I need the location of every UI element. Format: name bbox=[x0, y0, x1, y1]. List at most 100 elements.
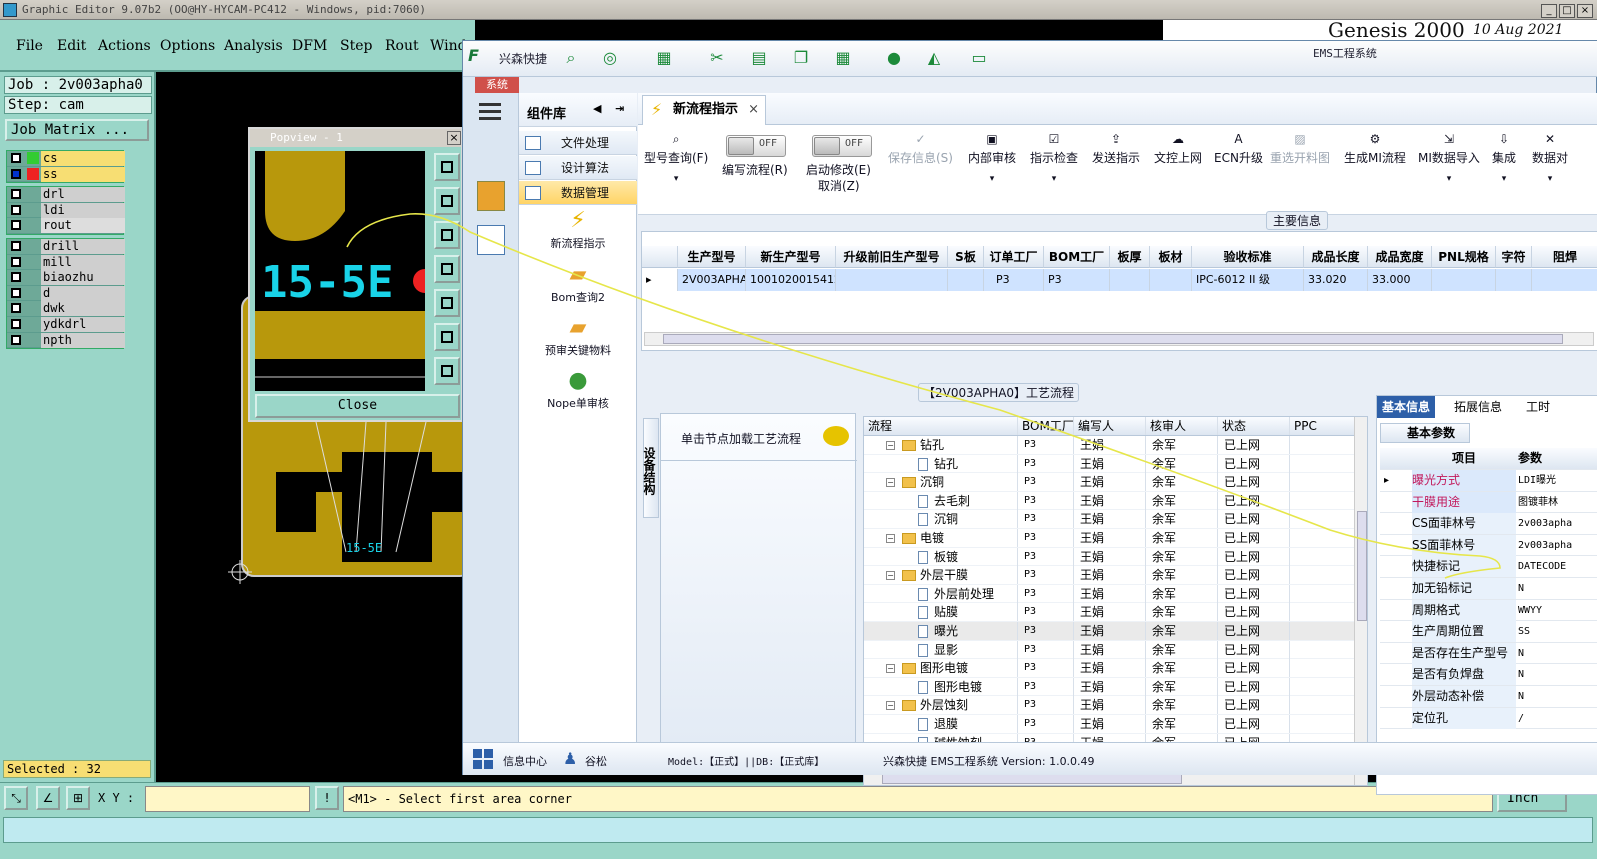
data-compare-button[interactable]: ✕ 数据对 ▾ bbox=[1532, 131, 1568, 184]
maximize-button[interactable]: □ bbox=[1559, 4, 1575, 18]
table-icon[interactable]: ▦ bbox=[653, 48, 675, 70]
ecn-upgrade-button[interactable]: A ECN升级 bbox=[1214, 131, 1263, 166]
lifebuoy-icon[interactable]: ◎ bbox=[599, 48, 621, 70]
tab-new-flow[interactable]: ⚡ 新流程指示 × bbox=[642, 95, 766, 125]
col-header[interactable]: 生产型号 bbox=[678, 246, 746, 268]
popview-tool-5[interactable] bbox=[434, 289, 460, 317]
send-instruction-button[interactable]: ⇪ 发送指示 bbox=[1092, 131, 1140, 166]
tab-work-hours[interactable]: 工时 bbox=[1521, 396, 1555, 418]
tree-col-header[interactable]: 编写人 bbox=[1074, 417, 1146, 435]
internal-review-button[interactable]: ▣ 内部审核 ▾ bbox=[968, 131, 1016, 184]
param-row[interactable]: 生产周期位置 SS bbox=[1380, 621, 1597, 643]
menu-options[interactable]: Options bbox=[160, 38, 215, 54]
tree-group-row[interactable]: − 外层干膜 P3 王娟 余军 已上网 bbox=[864, 566, 1356, 585]
scissors-icon[interactable]: ✂ bbox=[706, 48, 728, 70]
layer-row[interactable]: biaozhu bbox=[7, 270, 125, 286]
layer-checkbox[interactable] bbox=[11, 256, 21, 267]
param-row[interactable]: 快捷标记 DATECODE bbox=[1380, 556, 1597, 578]
search-icon[interactable]: ⌕ bbox=[560, 48, 582, 70]
scroll-thumb[interactable] bbox=[1357, 511, 1367, 621]
param-value[interactable]: / bbox=[1518, 708, 1597, 729]
grid-tool-button[interactable]: ⊞ bbox=[66, 786, 90, 810]
layer-checkbox[interactable] bbox=[11, 272, 21, 283]
tab-basic-info[interactable]: 基本信息 bbox=[1377, 396, 1436, 418]
menu-edit[interactable]: Edit bbox=[57, 38, 86, 54]
menu-actions[interactable]: Actions bbox=[98, 38, 151, 54]
grid-cell[interactable] bbox=[1496, 269, 1532, 291]
grid-cell[interactable]: P3 bbox=[984, 269, 1044, 291]
side-vertical-tab[interactable]: 设备结构 bbox=[642, 418, 659, 518]
expand-toggle-icon[interactable]: − bbox=[886, 441, 895, 450]
library-item-file[interactable]: 文件处理 bbox=[519, 131, 637, 155]
layer-checkbox[interactable] bbox=[11, 220, 21, 231]
popview-canvas[interactable]: 15-5E bbox=[255, 151, 425, 519]
param-row[interactable]: 干膜用途 图镀菲林 bbox=[1380, 491, 1597, 514]
grid-cell[interactable]: 33.000 bbox=[1368, 269, 1432, 291]
layer-checkbox[interactable] bbox=[11, 168, 21, 179]
col-header[interactable]: 验收标准 bbox=[1192, 246, 1304, 268]
expand-toggle-icon[interactable]: − bbox=[886, 701, 895, 711]
start-modify-toggle[interactable]: OFF bbox=[812, 135, 872, 157]
col-header[interactable]: BOM工厂 bbox=[1044, 246, 1110, 268]
param-row[interactable]: SS面菲林号 2v003apha bbox=[1380, 534, 1597, 557]
reselect-cut-button[interactable]: ▨ 重选开料图 bbox=[1270, 131, 1330, 166]
layer-checkbox[interactable] bbox=[11, 318, 21, 329]
tree-item-row[interactable]: 图形电镀 P3 王娟 余军 已上网 bbox=[864, 677, 1356, 697]
minimize-button[interactable]: _ bbox=[1541, 4, 1557, 18]
tree-item-row[interactable]: 板镀 P3 王娟 余军 已上网 bbox=[864, 547, 1356, 567]
grid-cell[interactable] bbox=[1110, 269, 1150, 291]
layer-row[interactable]: ldi bbox=[7, 202, 125, 219]
popview-tool-4[interactable] bbox=[434, 255, 460, 283]
popview-close-x-button[interactable]: × bbox=[447, 131, 461, 145]
layer-row[interactable]: drl bbox=[7, 187, 125, 203]
layer-row[interactable]: d bbox=[7, 285, 125, 302]
hamburger-icon[interactable] bbox=[479, 103, 501, 121]
chart-icon[interactable]: ◭ bbox=[923, 48, 945, 70]
grid-cell[interactable]: 10010200154129 bbox=[746, 269, 836, 291]
tree-col-header[interactable]: 流程 bbox=[864, 417, 1018, 435]
tree-group-row[interactable]: − 外层蚀刻 P3 王娟 余军 已上网 bbox=[864, 696, 1356, 715]
grid-cell[interactable]: P3 bbox=[1044, 269, 1110, 291]
tree-item-row[interactable]: 显影 P3 王娟 余军 已上网 bbox=[864, 640, 1356, 660]
grid-cell[interactable]: 33.020 bbox=[1304, 269, 1368, 291]
popview-tool-7[interactable] bbox=[434, 357, 460, 385]
save-info-button[interactable]: ✓ 保存信息(S) bbox=[888, 131, 953, 166]
expand-toggle-icon[interactable]: − bbox=[886, 534, 895, 543]
param-row[interactable]: ▸ 曝光方式 LDI曝光 bbox=[1380, 470, 1597, 492]
grid-icon[interactable] bbox=[473, 749, 493, 769]
layer-row[interactable]: cs bbox=[7, 151, 125, 167]
film-icon[interactable]: ▤ bbox=[748, 48, 770, 70]
col-header[interactable]: 成品长度 bbox=[1304, 246, 1368, 268]
grid-cell[interactable] bbox=[1532, 269, 1597, 291]
param-row[interactable]: 是否存在生产型号 N bbox=[1380, 642, 1597, 665]
layer-checkbox[interactable] bbox=[11, 303, 21, 314]
popview-tool-6[interactable] bbox=[434, 323, 460, 351]
tree-group-row[interactable]: − 图形电镀 P3 王娟 余军 已上网 bbox=[864, 659, 1356, 678]
grid-icon[interactable]: ▦ bbox=[832, 48, 854, 70]
tab-extended-info[interactable]: 拓展信息 bbox=[1449, 396, 1507, 418]
collapse-icon[interactable]: ◀ bbox=[593, 102, 601, 115]
pin-icon[interactable]: ⇥ bbox=[615, 102, 624, 115]
layer-row[interactable]: mill bbox=[7, 254, 125, 271]
zoom-tool-button[interactable]: ⤡ bbox=[4, 786, 28, 810]
grid-cell[interactable]: 2V003APHA0 bbox=[678, 269, 746, 291]
measure-tool-button[interactable]: ∠ bbox=[36, 786, 60, 810]
param-value[interactable]: 图镀菲林 bbox=[1518, 492, 1597, 513]
param-row[interactable]: CS面菲林号 2v003apha bbox=[1380, 513, 1597, 535]
col-header[interactable]: 新生产型号 bbox=[746, 246, 836, 268]
tree-item-row[interactable]: 外层前处理 P3 王娟 余军 已上网 bbox=[864, 584, 1356, 604]
model-query-button[interactable]: ⌕ 型号查询(F) ▾ bbox=[644, 131, 708, 184]
param-row[interactable]: 定位孔 / bbox=[1380, 707, 1597, 730]
col-header[interactable]: 成品宽度 bbox=[1368, 246, 1432, 268]
grid-data-row[interactable]: ▸ 2V003APHA0 10010200154129 P3 P3 IPC-60… bbox=[642, 269, 1597, 291]
param-row[interactable]: 周期格式 WWYY bbox=[1380, 599, 1597, 622]
col-header[interactable]: 板材 bbox=[1150, 246, 1192, 268]
col-header[interactable]: 字符 bbox=[1496, 246, 1532, 268]
param-row[interactable]: 外层动态补偿 N bbox=[1380, 686, 1597, 708]
tree-col-header[interactable]: BOM工厂 bbox=[1018, 417, 1074, 435]
alert-button[interactable]: ! bbox=[315, 786, 339, 810]
param-value[interactable]: LDI曝光 bbox=[1518, 470, 1597, 491]
tree-vscrollbar[interactable] bbox=[1354, 417, 1367, 785]
grid-hscrollbar[interactable] bbox=[644, 332, 1594, 346]
grid-cell[interactable] bbox=[948, 269, 984, 291]
